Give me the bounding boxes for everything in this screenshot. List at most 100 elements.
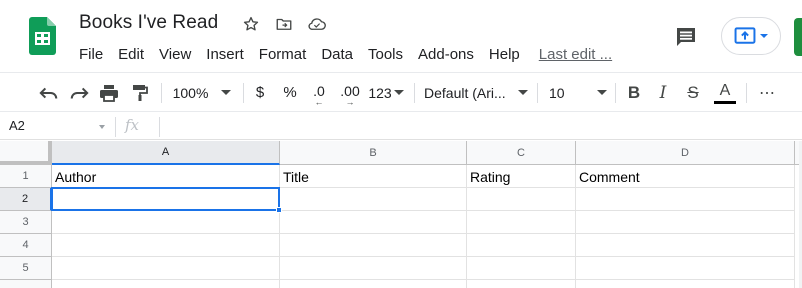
print-button[interactable] [96,73,122,112]
cell-c5[interactable] [467,257,576,280]
strikethrough-button[interactable]: S [682,73,704,112]
cell-d3[interactable] [576,211,795,234]
toolbar-divider [537,83,538,103]
formula-divider [159,117,160,137]
cell-d2[interactable] [576,188,795,211]
cell-c3[interactable] [467,211,576,234]
bold-button[interactable]: B [623,73,645,112]
toolbar-divider [243,83,244,103]
paint-format-icon [133,84,148,101]
name-box[interactable]: A2 [9,118,25,133]
last-edit-link[interactable]: Last edit ... [539,46,612,63]
menu-insert[interactable]: Insert [206,46,244,63]
row-header-5[interactable]: 5 [0,257,52,280]
decrease-decimal-button[interactable]: .0 ← [307,73,331,112]
app-header: Books I've Read File Edit View Insert Fo… [0,0,802,68]
currency-format-button[interactable]: $ [250,73,270,112]
name-box-dropdown-icon[interactable] [99,125,105,129]
font-family-value: Default (Ari... [424,84,506,101]
cell-a1[interactable]: Author [52,165,280,188]
row-header-1[interactable]: 1 [0,165,52,188]
cell-b3[interactable] [280,211,467,234]
percent-format-button[interactable]: % [280,73,300,112]
formula-bar: A2 fx [0,113,802,140]
undo-icon [39,87,58,99]
column-header-b[interactable]: B [280,141,467,165]
cell-b4[interactable] [280,234,467,257]
select-all-corner[interactable] [0,141,52,165]
font-dropdown-icon [518,90,528,95]
toolbar-divider [161,83,162,103]
fill-handle[interactable] [276,207,282,213]
font-size-select[interactable]: 10 [549,73,607,112]
move-folder-icon[interactable] [274,14,294,34]
menu-format[interactable]: Format [259,46,307,63]
cell-d6[interactable] [576,280,795,288]
star-icon[interactable] [241,14,261,34]
paint-format-button[interactable] [128,73,152,112]
row-header-4[interactable]: 4 [0,234,52,257]
cell-a5[interactable] [52,257,280,280]
font-family-select[interactable]: Default (Ari... [424,73,528,112]
formula-input[interactable] [165,118,795,136]
cell-d4[interactable] [576,234,795,257]
text-color-button[interactable]: A [712,73,738,112]
column-header-d[interactable]: D [576,141,795,165]
menu-add-ons[interactable]: Add-ons [418,46,474,63]
arrow-right-icon: → [345,96,355,107]
column-header-a[interactable]: A [52,141,280,165]
formula-divider [115,117,116,137]
cell-c4[interactable] [467,234,576,257]
cloud-saved-icon[interactable] [307,14,327,34]
menu-file[interactable]: File [79,46,103,63]
comment-icon [677,28,695,46]
share-button[interactable] [794,18,802,56]
cell-a2[interactable] [52,188,280,211]
row-header-3[interactable]: 3 [0,211,52,234]
font-size-dropdown-icon [597,90,607,95]
cell-b5[interactable] [280,257,467,280]
menu-data[interactable]: Data [321,46,353,63]
document-title[interactable]: Books I've Read [79,12,218,34]
more-toolbar-button[interactable]: ⋯ [754,73,780,112]
toolbar: 100% $ % .0 ← .00 → 123 Default (Ari... … [0,72,802,112]
zoom-select[interactable]: 100% [170,73,234,112]
menu-bar: File Edit View Insert Format Data Tools … [79,44,612,64]
sheets-logo-icon[interactable] [29,17,56,55]
cell-d1[interactable]: Comment [576,165,795,188]
cell-b1[interactable]: Title [280,165,467,188]
toolbar-divider [414,83,415,103]
more-formats-dropdown-icon [393,90,404,95]
row-header-6[interactable] [0,280,52,288]
present-button[interactable] [721,17,781,55]
menu-view[interactable]: View [159,46,191,63]
increase-decimal-button[interactable]: .00 → [336,73,364,112]
cell-a6[interactable] [52,280,280,288]
print-icon [100,84,118,102]
more-icon: ⋯ [759,84,775,102]
more-formats-button[interactable]: 123 [367,73,405,112]
fx-icon: fx [125,116,140,134]
redo-button[interactable] [66,73,92,112]
cell-a3[interactable] [52,211,280,234]
cell-c2[interactable] [467,188,576,211]
column-header-c[interactable]: C [467,141,576,165]
italic-button[interactable]: I [652,73,674,112]
toolbar-divider [746,83,747,103]
cell-b6[interactable] [280,280,467,288]
menu-edit[interactable]: Edit [118,46,144,63]
cell-c1[interactable]: Rating [467,165,576,188]
menu-tools[interactable]: Tools [368,46,403,63]
cell-d5[interactable] [576,257,795,280]
text-color-swatch [714,101,736,104]
row-header-2[interactable]: 2 [0,188,52,211]
zoom-value: 100% [172,84,209,101]
undo-button[interactable] [36,73,62,112]
arrow-left-icon: ← [314,96,324,107]
cell-c6[interactable] [467,280,576,288]
comment-history-button[interactable] [672,23,700,51]
cell-b2[interactable] [280,188,467,211]
cell-a4[interactable] [52,234,280,257]
menu-help[interactable]: Help [489,46,520,63]
redo-icon [70,87,89,99]
